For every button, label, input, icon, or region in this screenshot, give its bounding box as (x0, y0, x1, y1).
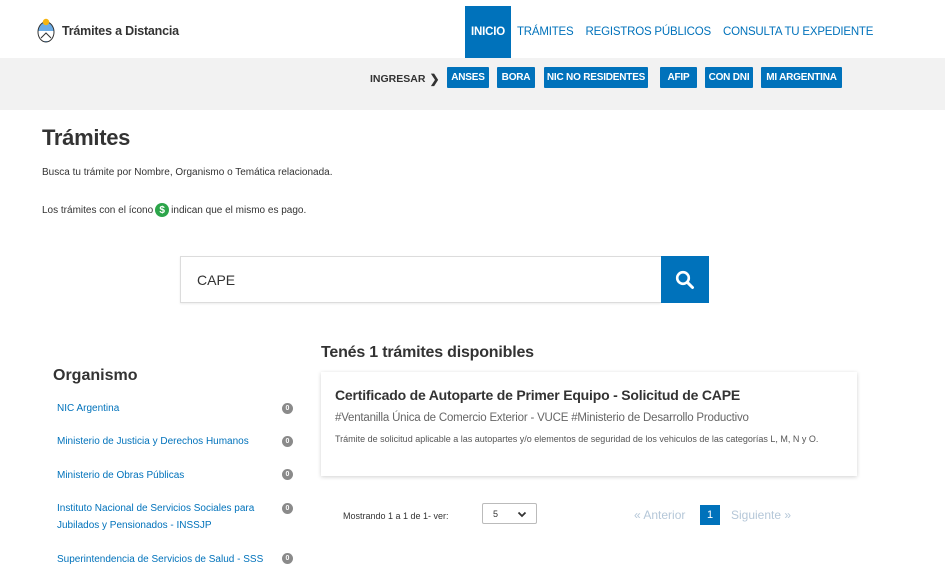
result-description: Trámite de solicitud aplicable a las aut… (335, 434, 819, 444)
pagination-next[interactable]: Siguiente » (731, 508, 791, 522)
search-icon (675, 270, 694, 289)
organismo-item-nic[interactable]: NIC Argentina (57, 400, 272, 417)
login-anses-button[interactable]: ANSES (447, 67, 489, 88)
ingresar-label: INGRESAR ❯ (370, 72, 440, 86)
chevron-down-icon (517, 511, 527, 518)
nav-tramites[interactable]: TRÁMITES (511, 6, 580, 58)
brand-name: Trámites a Distancia (62, 24, 179, 38)
result-card[interactable]: Certificado de Autoparte de Primer Equip… (321, 372, 857, 476)
paid-note-after: indican que el mismo es pago. (171, 204, 307, 216)
result-tags: #Ventanilla Única de Comercio Exterior -… (335, 412, 749, 424)
organismo-count-badge: 0 (282, 469, 293, 480)
top-header: Trámites a Distancia INICIO TRÁMITES REG… (0, 0, 945, 58)
per-page-value: 5 (493, 508, 499, 519)
login-bora-button[interactable]: BORA (497, 67, 535, 88)
argentina-shield-logo-icon (37, 18, 55, 43)
paid-note: Los trámites con el ícono $ indican que … (42, 203, 306, 217)
result-title[interactable]: Certificado de Autoparte de Primer Equip… (335, 387, 740, 403)
organismo-item-justicia[interactable]: Ministerio de Justicia y Derechos Humano… (57, 433, 272, 450)
organismo-item-sss[interactable]: Superintendencia de Servicios de Salud -… (57, 551, 272, 568)
organismo-count-badge: 0 (282, 436, 293, 447)
showing-count: Mostrando 1 a 1 de 1- ver: (343, 511, 449, 521)
nav-consulta-expediente[interactable]: CONSULTA TU EXPEDIENTE (717, 6, 879, 58)
paid-dollar-icon: $ (155, 203, 170, 217)
nav-registros-publicos[interactable]: REGISTROS PÚBLICOS (580, 6, 717, 58)
login-nic-button[interactable]: NIC NO RESIDENTES (544, 67, 648, 88)
organismo-count-badge: 0 (282, 553, 293, 564)
login-bar: INGRESAR ❯ ANSES BORA NIC NO RESIDENTES … (0, 58, 945, 110)
brand[interactable]: Trámites a Distancia (36, 18, 179, 44)
login-afip-button[interactable]: AFIP (660, 67, 697, 88)
organismo-item-obras-publicas[interactable]: Ministerio de Obras Públicas (57, 467, 272, 484)
per-page-select[interactable]: 5 (482, 503, 537, 524)
login-con-dni-button[interactable]: CON DNI (705, 67, 753, 88)
search-box (180, 256, 661, 303)
ingresar-text: INGRESAR (370, 73, 426, 85)
search-input[interactable] (181, 257, 661, 302)
organismo-title: Organismo (53, 367, 138, 384)
chevron-right-icon: ❯ (429, 72, 440, 86)
nav-inicio[interactable]: INICIO (465, 6, 511, 58)
page-title: Trámites (42, 125, 131, 150)
pagination-current-page[interactable]: 1 (700, 505, 720, 525)
paid-note-before: Los trámites con el ícono (42, 204, 154, 216)
organismo-count-badge: 0 (282, 403, 293, 414)
organismo-count-badge: 0 (282, 503, 293, 514)
pagination-prev[interactable]: « Anterior (634, 508, 685, 522)
search-button[interactable] (661, 256, 709, 303)
main-nav: INICIO TRÁMITES REGISTROS PÚBLICOS CONSU… (465, 6, 879, 58)
login-mi-argentina-button[interactable]: MI ARGENTINA (761, 67, 842, 88)
page-description: Busca tu trámite por Nombre, Organismo o… (42, 167, 333, 178)
organismo-item-inssjp[interactable]: Instituto Nacional de Servicios Sociales… (57, 500, 272, 534)
results-heading: Tenés 1 trámites disponibles (321, 344, 534, 361)
